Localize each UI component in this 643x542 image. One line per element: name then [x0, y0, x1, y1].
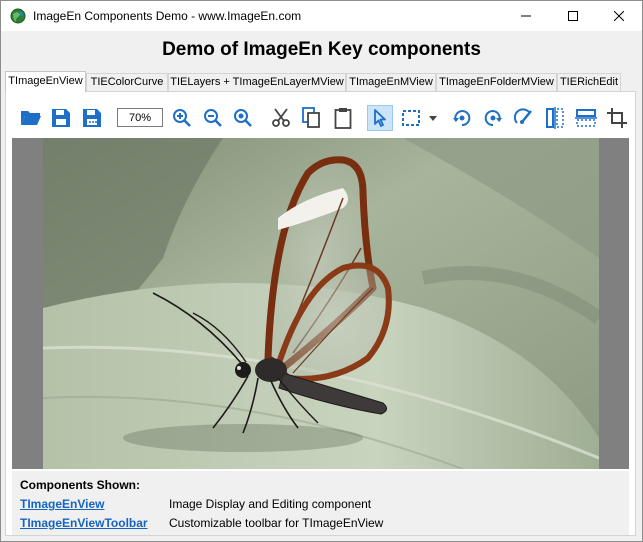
cut-button[interactable] — [268, 105, 294, 131]
window-title: ImageEn Components Demo - www.ImageEn.co… — [33, 9, 302, 23]
component-description: Customizable toolbar for TImageEnView — [169, 516, 384, 530]
components-shown-label: Components Shown: — [20, 478, 140, 492]
open-button[interactable] — [18, 105, 44, 131]
page-heading: Demo of ImageEn Key components — [162, 39, 481, 60]
app-window: ImageEn Components Demo - www.ImageEn.co… — [0, 0, 643, 542]
save-as-button[interactable] — [79, 105, 105, 131]
zoom-in-icon — [173, 109, 191, 127]
copy-button[interactable] — [298, 105, 324, 131]
zoom-in-button[interactable] — [169, 105, 195, 131]
flip-horizontal-button[interactable] — [542, 105, 568, 131]
minimize-button[interactable] — [503, 1, 549, 31]
magic-wand-icon — [514, 108, 532, 124]
zoom-fit-icon — [234, 109, 252, 127]
rotate-right-button[interactable] — [480, 105, 506, 131]
crop-icon — [607, 108, 627, 128]
image-toolbar: 70% — [12, 101, 637, 135]
maximize-button[interactable] — [550, 1, 596, 31]
zoom-fit-button[interactable] — [230, 105, 256, 131]
magic-wand-button[interactable] — [511, 105, 537, 131]
tab-tielayers[interactable]: TIELayers + TImageEnLayerMView — [168, 73, 346, 91]
title-bar[interactable]: ImageEn Components Demo - www.ImageEn.co… — [1, 1, 642, 31]
minimize-icon — [521, 15, 531, 17]
copy-icon — [302, 107, 320, 128]
maximize-icon — [568, 11, 578, 21]
cut-icon — [272, 108, 290, 127]
flip-horizontal-icon — [546, 107, 564, 129]
close-button[interactable] — [596, 1, 642, 31]
tab-tierichedit[interactable]: TIERichEdit — [557, 73, 621, 91]
crop-button[interactable] — [604, 105, 630, 131]
zoom-out-button[interactable] — [200, 105, 226, 131]
flip-vertical-icon — [575, 109, 597, 127]
select-tool-button[interactable] — [367, 105, 393, 131]
flip-vertical-button[interactable] — [573, 105, 599, 131]
tab-timageenfoldermview[interactable]: TImageEnFolderMView — [436, 73, 557, 91]
app-globe-icon — [10, 8, 26, 24]
close-icon — [614, 11, 624, 21]
rotate-left-button[interactable] — [449, 105, 475, 131]
save-as-icon — [83, 109, 101, 127]
zoom-level-field[interactable]: 70% — [117, 108, 163, 127]
butterfly-photo — [43, 138, 599, 469]
image-view[interactable] — [12, 138, 629, 469]
rect-select-button[interactable] — [398, 105, 424, 131]
component-link-timageenview[interactable]: TImageEnView — [20, 497, 104, 511]
save-icon — [52, 109, 70, 127]
open-folder-icon — [21, 111, 41, 125]
tab-strip: TImageEnView TIEColorCurve TIELayers + T… — [5, 71, 637, 92]
rect-select-icon — [402, 110, 420, 126]
info-panel: Components Shown: TImageEnView Image Dis… — [12, 471, 629, 535]
chevron-down-icon[interactable] — [429, 116, 437, 121]
save-button[interactable] — [48, 105, 74, 131]
component-description: Image Display and Editing component — [169, 497, 372, 511]
tab-timageenmview[interactable]: TImageEnMView — [346, 73, 436, 91]
rotate-left-icon — [453, 110, 471, 127]
tab-timageenview[interactable]: TImageEnView — [5, 71, 86, 92]
zoom-out-icon — [204, 109, 222, 127]
rotate-right-icon — [484, 110, 502, 127]
tab-tiecolorcurve[interactable]: TIEColorCurve — [86, 73, 168, 91]
paste-button[interactable] — [330, 105, 356, 131]
component-link-timageenviewtoolbar[interactable]: TImageEnViewToolbar — [20, 516, 148, 530]
paste-icon — [334, 108, 352, 129]
select-pointer-icon — [374, 109, 386, 127]
